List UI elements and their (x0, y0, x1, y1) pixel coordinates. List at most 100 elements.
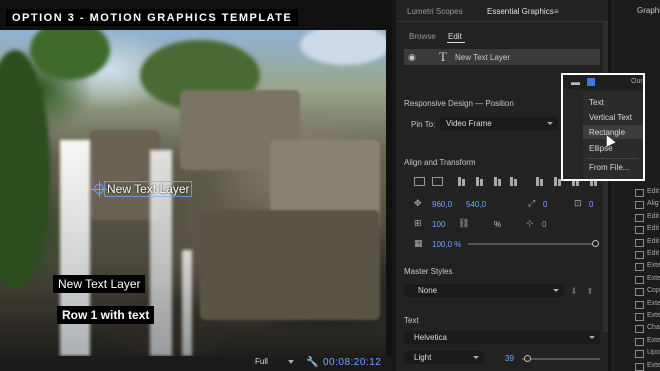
eye-icon[interactable]: ◉ (408, 52, 416, 63)
layer-thumbnail-icon (635, 263, 644, 272)
font-style-dropdown[interactable]: Light (404, 351, 484, 364)
layer-row[interactable]: ◉ T New Text Layer (404, 49, 600, 65)
graphics-list-item[interactable]: Alig (635, 200, 660, 210)
template-title-bar: OPTION 3 - MOTION GRAPHICS TEMPLATE (6, 9, 299, 26)
menu-item-from-file[interactable]: From File... (589, 163, 629, 172)
align-left-icon[interactable] (534, 177, 545, 186)
responsive-design-heading: Responsive Design — Position (404, 99, 514, 108)
tab-browse[interactable]: Browse (409, 32, 436, 41)
font-dropdown[interactable]: Helvetica (404, 331, 600, 344)
timecode-display[interactable]: 00:08:20:12 (323, 357, 381, 368)
anchor-a-value[interactable]: 0 (542, 220, 546, 229)
layer-thumbnail-icon (635, 288, 644, 297)
layer-name: New Text Layer (455, 53, 510, 62)
align-bottom-icon[interactable] (492, 177, 503, 186)
waterfall-3 (182, 250, 192, 356)
graphics-list-item[interactable]: Exte (635, 300, 660, 310)
graphics-list-item[interactable]: Cha (635, 324, 660, 334)
panel-menu-icon[interactable]: ≡ (554, 7, 559, 16)
rock-3 (200, 210, 380, 320)
pin-to-dropdown[interactable]: Video Frame (440, 117, 558, 130)
active-tab-indicator (447, 42, 465, 43)
graphics-list-item[interactable]: Exte (635, 337, 660, 347)
anchor-point-handle[interactable] (91, 181, 107, 197)
layer-thumbnail-icon (635, 362, 644, 371)
rotation-a-value[interactable]: 0 (543, 200, 547, 209)
scale-value[interactable]: 100 (432, 220, 445, 229)
layer-thumbnail-icon (635, 238, 644, 247)
distribute-vertical-icon[interactable] (508, 177, 519, 186)
layer-thumbnail-icon (635, 189, 644, 197)
opacity-value[interactable]: 100,0 % (432, 240, 461, 249)
new-layer-menu-list: Text Vertical Text Rectangle Ellipse Fro… (583, 92, 643, 179)
opacity-slider-knob[interactable] (592, 240, 599, 247)
graphics-list-item-label: Alig (647, 200, 659, 208)
position-icon: ✥ (414, 198, 422, 208)
font-size-value[interactable]: 39 (505, 354, 514, 363)
graphics-list-item[interactable]: Edit (635, 225, 660, 235)
layer-thumbnail-icon (635, 226, 644, 235)
graphics-list-item-label: Copi (647, 287, 660, 295)
menu-divider (587, 158, 639, 159)
tab-edit[interactable]: Edit (448, 32, 462, 41)
rotation-b-value[interactable]: 0 (589, 200, 593, 209)
master-styles-dropdown[interactable]: None (404, 284, 564, 297)
position-y-value[interactable]: 540,0 (466, 200, 486, 209)
graphics-list-item[interactable]: Edit (635, 238, 660, 248)
font-size-slider[interactable] (522, 358, 600, 360)
foliage-top (30, 30, 110, 80)
program-monitor: OPTION 3 - MOTION GRAPHICS TEMPLATE New … (0, 0, 392, 371)
font-style-value: Light (414, 353, 432, 362)
chevron-down-icon[interactable] (288, 360, 294, 364)
tab-lumetri-scopes[interactable]: Lumetri Scopes (407, 7, 463, 16)
graphics-list-item[interactable]: Exte (635, 362, 660, 371)
graphics-list-item[interactable]: Upo (635, 349, 660, 359)
folder-icon[interactable]: ▬ (571, 77, 580, 87)
graphics-list-item[interactable]: Edit (635, 188, 660, 198)
tab-essential-graphics[interactable]: Essential Graphics (487, 7, 554, 16)
master-styles-value: None (418, 286, 438, 295)
align-to-selection-icon[interactable] (432, 177, 443, 186)
align-to-video-frame-icon[interactable] (414, 177, 425, 186)
position-x-value[interactable]: 960,0 (432, 200, 452, 209)
graphics-list-item[interactable]: Edit (635, 213, 660, 223)
font-value: Helvetica (414, 333, 447, 342)
chevron-down-icon (553, 289, 559, 292)
menu-item-text[interactable]: Text (589, 98, 604, 107)
align-top-icon[interactable] (456, 177, 467, 186)
essential-graphics-panel: Lumetri Scopes Essential Graphics ≡ Brow… (396, 0, 608, 371)
graphics-list-item[interactable]: Exte (635, 312, 660, 322)
align-transform-heading: Align and Transform (404, 158, 476, 167)
layer-thumbnail-icon (635, 350, 644, 359)
caption-text-2[interactable]: Row 1 with text (57, 306, 155, 324)
selected-text-layer[interactable]: New Text Layer (104, 181, 193, 197)
fit-dropdown[interactable]: Full (255, 357, 268, 366)
graphics-list-item[interactable]: Edit (635, 250, 660, 260)
graphics-panel-title: Graphi (637, 6, 660, 15)
align-vertical-center-icon[interactable] (474, 177, 485, 186)
opacity-icon: ▦ (414, 238, 423, 248)
graphics-list-item[interactable]: Exte (635, 275, 660, 285)
anchor-icon: ⊡ (574, 198, 582, 208)
push-down-icon[interactable]: ⬇ (570, 286, 578, 297)
new-layer-icon[interactable] (587, 78, 595, 86)
master-styles-heading: Master Styles (404, 267, 453, 276)
graphics-list-item[interactable]: Exte (635, 262, 660, 272)
graphics-list-item-label: Exte (647, 262, 660, 270)
graphics-list-item[interactable]: Copi (635, 287, 660, 297)
layer-thumbnail-icon (635, 313, 644, 321)
caption-text-1[interactable]: New Text Layer (53, 275, 146, 293)
menu-item-vertical-text[interactable]: Vertical Text (589, 113, 632, 122)
layer-thumbnail-icon (635, 337, 644, 346)
scale-icon: ⊞ (414, 218, 422, 228)
graphics-list-item-label: Edit (647, 237, 660, 245)
push-up-icon[interactable]: ⬆ (586, 286, 594, 297)
font-size-slider-knob[interactable] (524, 355, 531, 362)
graphics-list-item-label: Edit (647, 212, 660, 220)
layer-thumbnail-icon (635, 201, 644, 210)
wrench-icon[interactable]: 🔧 (306, 357, 318, 368)
monitor-transport-bar: Full 🔧 00:08:20:12 (0, 356, 392, 371)
link-icon[interactable]: ⛓ (458, 218, 469, 229)
graphics-list-item-label: Edit (647, 188, 660, 195)
opacity-slider[interactable] (468, 243, 596, 245)
